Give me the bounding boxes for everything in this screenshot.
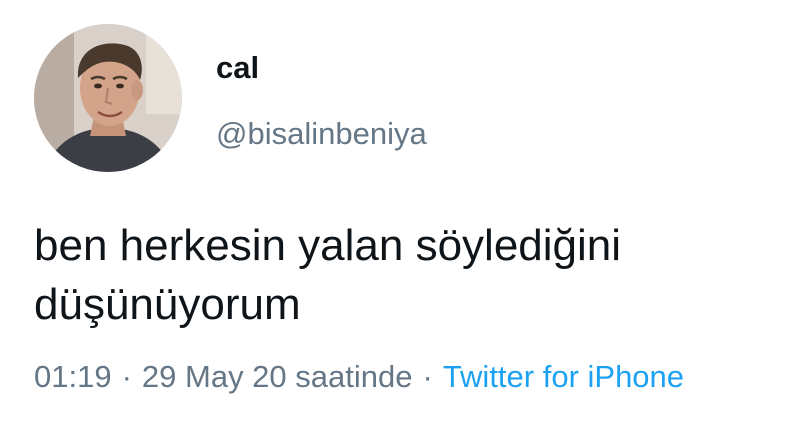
meta-separator: · (422, 359, 433, 394)
tweet-meta: 01:19 · 29 May 20 saatinde · Twitter for iPh… (34, 358, 684, 396)
user-handle[interactable]: @bisalinbeniya (216, 116, 427, 152)
tweet-time[interactable]: 01:19 (34, 359, 112, 394)
tweet-source-link[interactable]: Twitter for iPhone (443, 359, 684, 394)
meta-separator: · (121, 359, 132, 394)
tweet-text: ben herkesin yalan söylediğini düşünüyor… (34, 216, 794, 334)
tweet-text-line: düşünüyorum (34, 280, 301, 329)
tweet-card: cal @bisalinbeniya ben herkesin yalan sö… (0, 0, 811, 423)
tweet-text-line: ben herkesin yalan söylediğini (34, 221, 622, 270)
profile-photo-icon (34, 24, 182, 172)
avatar[interactable] (34, 24, 182, 172)
tweet-date[interactable]: 29 May 20 saatinde (142, 359, 413, 394)
display-name[interactable]: cal (216, 50, 259, 86)
